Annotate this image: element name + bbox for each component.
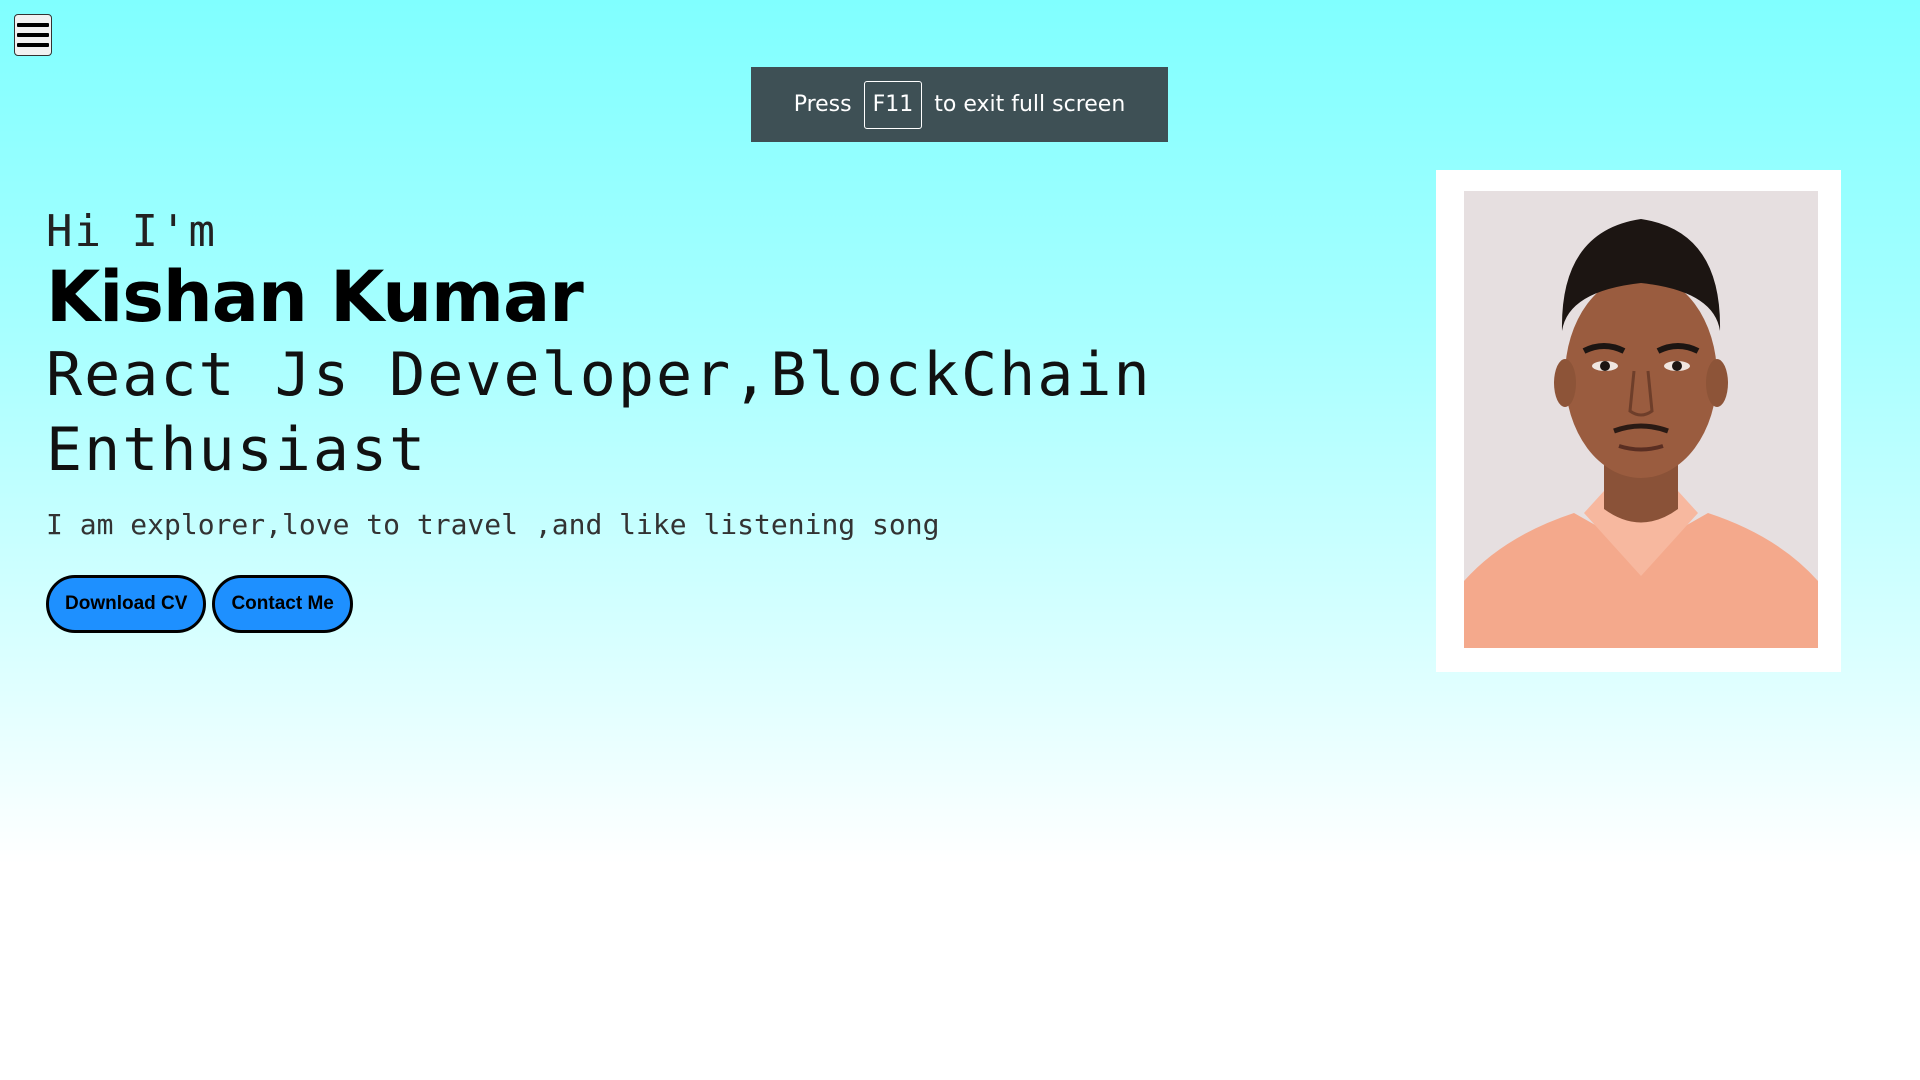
- fullscreen-notice-suffix: to exit full screen: [934, 92, 1126, 117]
- fullscreen-notice-prefix: Press: [793, 92, 852, 117]
- hamburger-menu-button[interactable]: [14, 14, 52, 56]
- person-name-heading: Kishan Kumar: [46, 256, 584, 338]
- contact-me-button[interactable]: Contact Me: [212, 574, 353, 633]
- bio-text: I am explorer,love to travel ,and like l…: [46, 507, 940, 541]
- greeting-text: Hi I'm: [46, 206, 217, 257]
- hero-section: Hi I'm Kishan Kumar React Js Developer,B…: [46, 200, 1246, 633]
- hamburger-menu-icon-bar: [17, 33, 49, 37]
- cta-buttons: Download CV Contact Me: [46, 574, 1246, 633]
- fullscreen-exit-notice: Press F11 to exit full screen: [751, 67, 1168, 142]
- hamburger-menu-icon-bar: [17, 43, 49, 47]
- download-cv-button[interactable]: Download CV: [46, 574, 207, 633]
- hamburger-menu-icon-bar: [17, 23, 49, 27]
- profile-photo-frame: [1436, 170, 1841, 672]
- role-subtitle: React Js Developer,BlockChain Enthusiast: [46, 339, 1152, 485]
- f11-key-badge: F11: [863, 80, 923, 129]
- profile-photo: [1464, 191, 1818, 648]
